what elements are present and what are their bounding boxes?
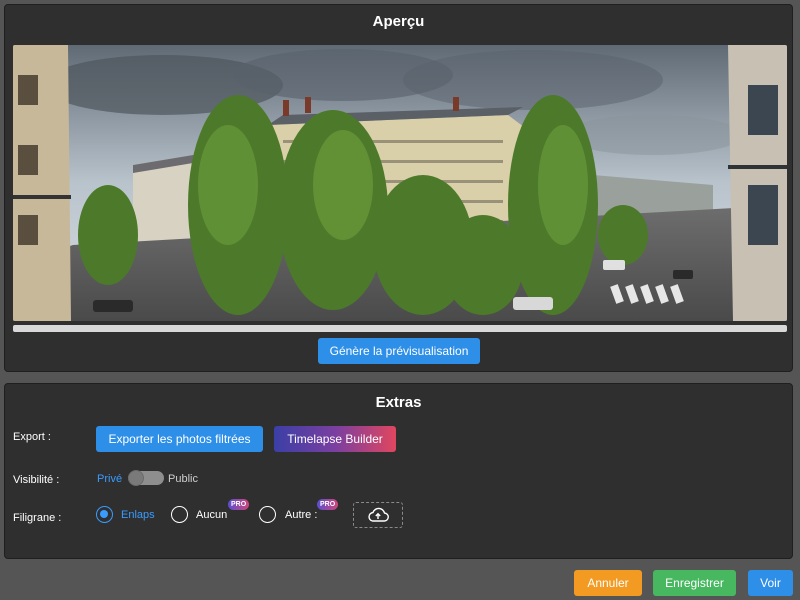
export-filtered-photos-button[interactable]: Exporter les photos filtrées (96, 426, 263, 452)
generate-preview-button[interactable]: Génère la prévisualisation (318, 338, 480, 364)
watermark-upload-dropzone[interactable] (353, 502, 403, 528)
preview-panel: Aperçu Génère la prévisualisation (4, 4, 793, 372)
visibility-toggle[interactable] (128, 470, 164, 486)
save-button[interactable]: Enregistrer (653, 570, 736, 596)
extras-panel: Extras Export : Exporter les photos filt… (4, 383, 793, 559)
watermark-radio-autre[interactable] (259, 506, 276, 523)
visibility-label: Visibilité : (13, 474, 60, 486)
cloud-upload-icon (368, 507, 389, 522)
extras-title: Extras (375, 394, 422, 411)
timelapse-builder-button[interactable]: Timelapse Builder (274, 426, 396, 452)
watermark-radio-enlaps[interactable] (96, 506, 113, 523)
view-button[interactable]: Voir (748, 570, 793, 596)
watermark-label: Filigrane : (13, 512, 62, 524)
visibility-private-label[interactable]: Privé (97, 473, 122, 485)
pro-badge: PRO (228, 499, 250, 510)
watermark-option-enlaps-label[interactable]: Enlaps (121, 509, 155, 521)
visibility-toggle-knob (128, 470, 144, 486)
cancel-button[interactable]: Annuler (574, 570, 642, 596)
watermark-option-autre-label[interactable]: Autre : (285, 509, 317, 521)
watermark-option-aucun-label[interactable]: Aucun (196, 509, 227, 521)
visibility-public-label[interactable]: Public (168, 473, 198, 485)
preview-progress-bar (13, 325, 787, 332)
panorama-street-photo (13, 45, 787, 321)
export-label: Export : (13, 431, 51, 443)
preview-image (13, 45, 787, 321)
preview-title: Aperçu (372, 13, 425, 30)
watermark-radio-aucun[interactable] (171, 506, 188, 523)
preview-progress-fill (13, 325, 787, 332)
pro-badge: PRO (317, 499, 339, 510)
